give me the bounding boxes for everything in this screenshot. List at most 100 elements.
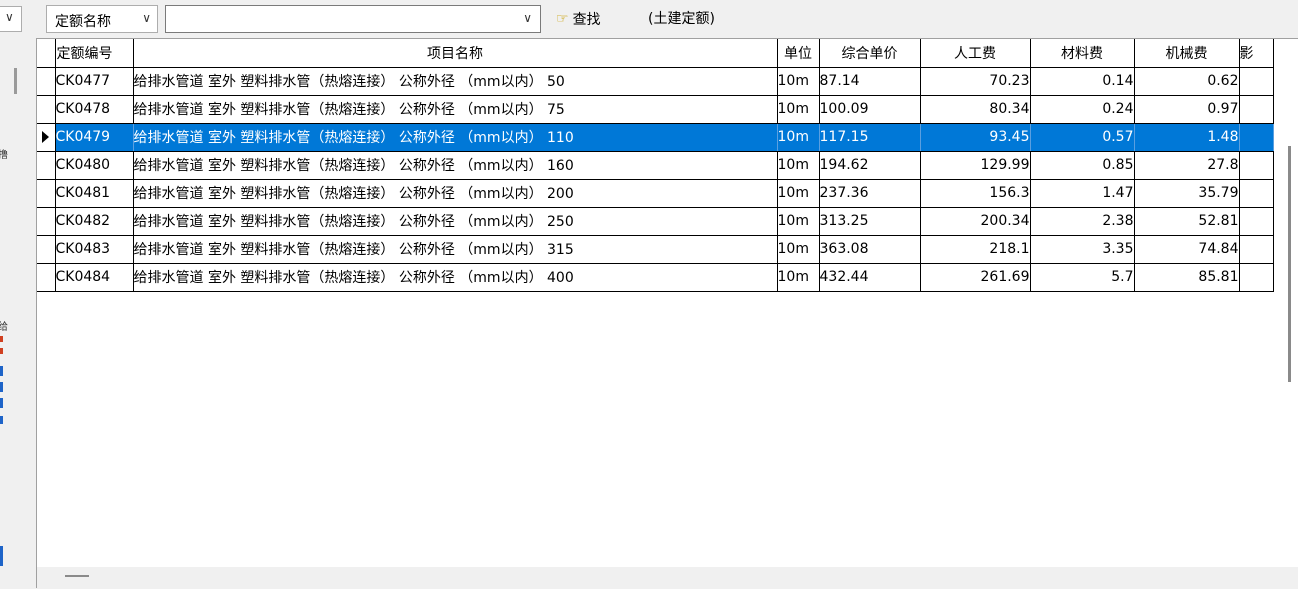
truncated-cell[interactable]	[1239, 151, 1274, 180]
item-name[interactable]: 给排水管道 室外 塑料排水管（热熔连接） 公称外径 （mm以内） 400	[133, 263, 778, 292]
unit-price[interactable]: 313.25	[819, 207, 921, 236]
quota-code[interactable]: CK0483	[55, 235, 134, 264]
horizontal-scrollbar-thumb[interactable]	[65, 575, 89, 577]
item-name[interactable]: 给排水管道 室外 塑料排水管（热熔连接） 公称外径 （mm以内） 315	[133, 235, 778, 264]
table-row[interactable]: CK0481 给排水管道 室外 塑料排水管（热熔连接） 公称外径 （mm以内） …	[37, 179, 1274, 208]
search-input[interactable]	[168, 8, 512, 30]
column-header[interactable]: 机械费	[1134, 39, 1240, 68]
column-header[interactable]: 项目名称	[133, 39, 778, 68]
item-name[interactable]: 给排水管道 室外 塑料排水管（热熔连接） 公称外径 （mm以内） 160	[133, 151, 778, 180]
unit[interactable]: 10m	[777, 235, 820, 264]
quota-code[interactable]: CK0484	[55, 263, 134, 292]
table-row[interactable]: CK0480 给排水管道 室外 塑料排水管（热熔连接） 公称外径 （mm以内） …	[37, 151, 1274, 180]
truncated-cell[interactable]	[1239, 263, 1274, 292]
row-indicator[interactable]	[37, 263, 56, 292]
column-header[interactable]: 材料费	[1030, 39, 1135, 68]
truncated-cell[interactable]	[1239, 67, 1274, 96]
item-name[interactable]: 给排水管道 室外 塑料排水管（热熔连接） 公称外径 （mm以内） 110	[133, 123, 778, 152]
table-row[interactable]: CK0484 给排水管道 室外 塑料排水管（热熔连接） 公称外径 （mm以内） …	[37, 263, 1274, 292]
unit-price[interactable]: 117.15	[819, 123, 921, 152]
machine-cost[interactable]: 35.79	[1134, 179, 1240, 208]
quota-code[interactable]: CK0482	[55, 207, 134, 236]
labor-cost[interactable]: 200.34	[920, 207, 1031, 236]
machine-cost[interactable]: 74.84	[1134, 235, 1240, 264]
unit[interactable]: 10m	[777, 151, 820, 180]
unit-price[interactable]: 363.08	[819, 235, 921, 264]
machine-cost[interactable]: 1.48	[1134, 123, 1240, 152]
labor-cost[interactable]: 261.69	[920, 263, 1031, 292]
column-header[interactable]: 单位	[777, 39, 820, 68]
quota-code[interactable]: CK0478	[55, 95, 134, 124]
column-header[interactable]: 综合单价	[819, 39, 921, 68]
row-indicator[interactable]	[37, 67, 56, 96]
unit[interactable]: 10m	[777, 123, 820, 152]
truncated-cell[interactable]	[1239, 95, 1274, 124]
material-cost[interactable]: 0.57	[1030, 123, 1135, 152]
unit[interactable]: 10m	[777, 207, 820, 236]
unit[interactable]: 10m	[777, 67, 820, 96]
machine-cost[interactable]: 52.81	[1134, 207, 1240, 236]
search-combobox[interactable]: ∨	[165, 5, 541, 33]
row-indicator[interactable]	[37, 235, 56, 264]
vertical-scrollbar[interactable]	[1281, 39, 1298, 587]
table-row[interactable]: CK0482 给排水管道 室外 塑料排水管（热熔连接） 公称外径 （mm以内） …	[37, 207, 1274, 236]
chevron-down-icon[interactable]: ∨	[523, 11, 532, 25]
machine-cost[interactable]: 85.81	[1134, 263, 1240, 292]
truncated-cell[interactable]	[1239, 207, 1274, 236]
table-row-selected[interactable]: CK0479 给排水管道 室外 塑料排水管（热熔连接） 公称外径 （mm以内） …	[37, 123, 1274, 152]
quota-code[interactable]: CK0479	[55, 123, 134, 152]
horizontal-scroll-area[interactable]	[37, 567, 1298, 589]
unit-price[interactable]: 237.36	[819, 179, 921, 208]
unit[interactable]: 10m	[777, 179, 820, 208]
material-cost[interactable]: 1.47	[1030, 179, 1135, 208]
column-header[interactable]: 定额编号	[55, 39, 134, 68]
column-header[interactable]: 人工费	[920, 39, 1031, 68]
material-cost[interactable]: 5.7	[1030, 263, 1135, 292]
column-header[interactable]: 影	[1239, 39, 1274, 68]
truncated-cell[interactable]	[1239, 235, 1274, 264]
labor-cost[interactable]: 80.34	[920, 95, 1031, 124]
row-indicator[interactable]	[37, 123, 56, 152]
item-name[interactable]: 给排水管道 室外 塑料排水管（热熔连接） 公称外径 （mm以内） 250	[133, 207, 778, 236]
row-indicator[interactable]	[37, 207, 56, 236]
quota-code[interactable]: CK0481	[55, 179, 134, 208]
labor-cost[interactable]: 156.3	[920, 179, 1031, 208]
find-button[interactable]: ☞ 查找	[556, 8, 601, 30]
material-cost[interactable]: 3.35	[1030, 235, 1135, 264]
table-row[interactable]: CK0483 给排水管道 室外 塑料排水管（热熔连接） 公称外径 （mm以内） …	[37, 235, 1274, 264]
labor-cost[interactable]: 93.45	[920, 123, 1031, 152]
material-cost[interactable]: 0.24	[1030, 95, 1135, 124]
material-cost[interactable]: 0.85	[1030, 151, 1135, 180]
collapsed-dropdown[interactable]: ∨	[0, 6, 22, 32]
item-name[interactable]: 给排水管道 室外 塑料排水管（热熔连接） 公称外径 （mm以内） 200	[133, 179, 778, 208]
labor-cost[interactable]: 218.1	[920, 235, 1031, 264]
item-name[interactable]: 给排水管道 室外 塑料排水管（热熔连接） 公称外径 （mm以内） 50	[133, 67, 778, 96]
unit[interactable]: 10m	[777, 95, 820, 124]
machine-cost[interactable]: 27.8	[1134, 151, 1240, 180]
machine-cost[interactable]: 0.62	[1134, 67, 1240, 96]
table-row[interactable]: CK0478 给排水管道 室外 塑料排水管（热熔连接） 公称外径 （mm以内） …	[37, 95, 1274, 124]
unit-price[interactable]: 100.09	[819, 95, 921, 124]
row-indicator[interactable]	[37, 151, 56, 180]
labor-cost[interactable]: 70.23	[920, 67, 1031, 96]
unit[interactable]: 10m	[777, 263, 820, 292]
unit-price[interactable]: 87.14	[819, 67, 921, 96]
quota-code[interactable]: CK0477	[55, 67, 134, 96]
splitter-handle[interactable]	[14, 68, 17, 94]
truncated-cell[interactable]	[1239, 123, 1274, 152]
material-cost[interactable]: 0.14	[1030, 67, 1135, 96]
unit-price[interactable]: 432.44	[819, 263, 921, 292]
item-name[interactable]: 给排水管道 室外 塑料排水管（热熔连接） 公称外径 （mm以内） 75	[133, 95, 778, 124]
unit-price[interactable]: 194.62	[819, 151, 921, 180]
truncated-cell[interactable]	[1239, 179, 1274, 208]
row-indicator[interactable]	[37, 95, 56, 124]
vertical-scrollbar-thumb[interactable]	[1288, 146, 1291, 382]
table-row[interactable]: CK0477 给排水管道 室外 塑料排水管（热熔连接） 公称外径 （mm以内） …	[37, 67, 1274, 96]
row-indicator[interactable]	[37, 179, 56, 208]
labor-cost[interactable]: 129.99	[920, 151, 1031, 180]
machine-cost[interactable]: 0.97	[1134, 95, 1240, 124]
quota-code[interactable]: CK0480	[55, 151, 134, 180]
quota-grid[interactable]: 定额编号 项目名称 单位 综合单价 人工费 材料费 机械费 影 CK0477 给…	[36, 38, 1298, 589]
search-field-select[interactable]: 定额名称 ∨	[46, 5, 158, 33]
material-cost[interactable]: 2.38	[1030, 207, 1135, 236]
